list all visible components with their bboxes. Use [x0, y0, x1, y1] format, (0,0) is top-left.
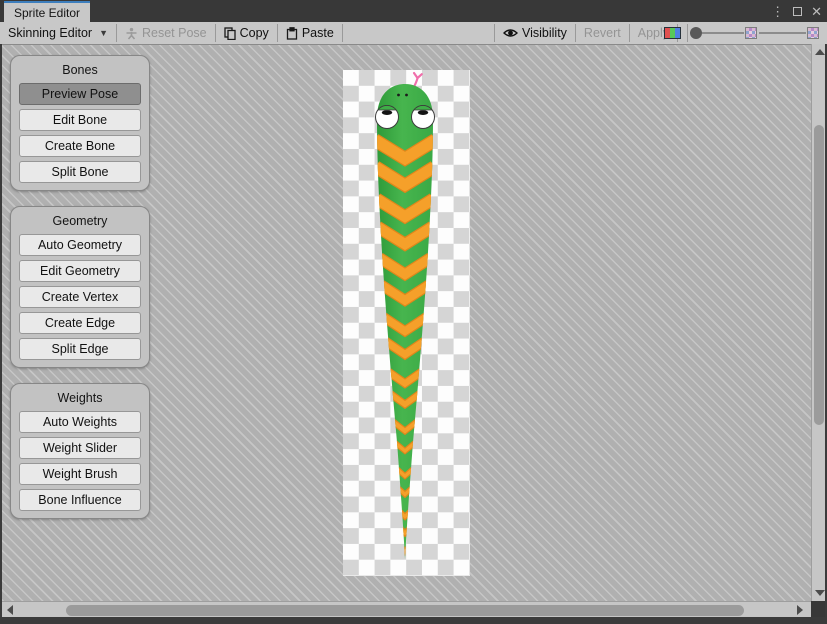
sprite-color-swatch-button[interactable]	[664, 27, 681, 39]
sprite-editor-window: Sprite Editor ⋮ ✕ Skinning Editor ▼ Rese…	[0, 0, 827, 624]
snake-sprite	[343, 70, 470, 576]
skinning-viewport[interactable]: BonesPreview Pose Edit Bone Create Bone Spl…	[2, 45, 811, 601]
button-edit-geometry[interactable]: Edit Geometry	[19, 260, 141, 282]
horizontal-scrollbar-thumb[interactable]	[66, 605, 744, 616]
vertical-scrollbar-thumb[interactable]	[814, 125, 824, 425]
snake-nostril-right	[405, 94, 408, 97]
button-split-edge[interactable]: Split Edge	[19, 338, 141, 360]
button-weight-slider[interactable]: Weight Slider	[19, 437, 141, 459]
snake-eye-left	[376, 106, 399, 129]
opacity-slider-knob[interactable]	[690, 27, 702, 39]
close-icon[interactable]: ✕	[811, 5, 822, 18]
mesh-opacity-texture-icon[interactable]	[807, 27, 819, 39]
swatch-blue-stripe	[675, 28, 680, 38]
window-left-border	[0, 44, 2, 624]
visibility-label: Visibility	[522, 26, 567, 40]
paste-label: Paste	[302, 26, 334, 40]
copy-label: Copy	[240, 26, 269, 40]
tool-panels: BonesPreview Pose Edit Bone Create Bone Spl…	[10, 55, 150, 534]
skinning-editor-dropdown[interactable]: Skinning Editor ▼	[0, 22, 116, 44]
scroll-right-arrow[interactable]	[797, 605, 803, 615]
panel-title-weights: Weights	[19, 387, 141, 411]
copy-button[interactable]: Copy	[216, 22, 277, 44]
button-edit-bone[interactable]: Edit Bone	[19, 109, 141, 131]
tab-title: Sprite Editor	[14, 6, 80, 20]
toolbar-separator	[687, 24, 688, 42]
scroll-left-arrow[interactable]	[7, 605, 13, 615]
sprite-canvas[interactable]	[343, 70, 470, 576]
sprite-opacity-texture-icon[interactable]	[745, 27, 757, 39]
snake-eye-right	[412, 106, 435, 129]
button-create-bone[interactable]: Create Bone	[19, 135, 141, 157]
vertical-scrollbar[interactable]	[811, 44, 826, 601]
kebab-menu-icon[interactable]: ⋮	[771, 5, 784, 18]
button-preview-pose[interactable]: Preview Pose	[19, 83, 141, 105]
panel-title-geometry: Geometry	[19, 210, 141, 234]
panel-bones: BonesPreview Pose Edit Bone Create Bone Spl…	[10, 55, 150, 191]
paste-icon	[286, 27, 298, 40]
window-bottom-border	[0, 617, 827, 624]
panel-weights: WeightsAuto Weights Weight Slider Weight B…	[10, 383, 150, 519]
toolbar: Skinning Editor ▼ Reset Pose Copy	[0, 22, 827, 45]
reset-pose-label: Reset Pose	[142, 26, 207, 40]
button-bone-influence[interactable]: Bone Influence	[19, 489, 141, 511]
reset-pose-icon	[125, 27, 138, 40]
button-weight-brush[interactable]: Weight Brush	[19, 463, 141, 485]
panel-title-bones: Bones	[19, 59, 141, 83]
mesh-opacity-slider-track[interactable]	[759, 32, 806, 34]
scroll-up-arrow[interactable]	[815, 49, 825, 55]
horizontal-scrollbar[interactable]	[2, 601, 811, 617]
scroll-down-arrow[interactable]	[815, 590, 825, 596]
toolbar-left-group: Skinning Editor ▼ Reset Pose Copy	[0, 22, 343, 44]
tab-sprite-editor[interactable]: Sprite Editor	[4, 1, 90, 22]
eye-icon	[503, 27, 518, 39]
button-create-edge[interactable]: Create Edge	[19, 312, 141, 334]
titlebar: Sprite Editor ⋮ ✕	[0, 0, 827, 22]
opacity-slider-track[interactable]	[702, 32, 744, 34]
button-auto-geometry[interactable]: Auto Geometry	[19, 234, 141, 256]
button-split-bone[interactable]: Split Bone	[19, 161, 141, 183]
revert-button[interactable]: Revert	[576, 22, 629, 44]
paste-button[interactable]: Paste	[278, 22, 342, 44]
maximize-icon[interactable]	[793, 7, 802, 16]
visibility-button[interactable]: Visibility	[495, 22, 575, 44]
toolbar-separator	[342, 24, 343, 42]
reset-pose-button[interactable]: Reset Pose	[117, 22, 215, 44]
panel-geometry: GeometryAuto Geometry Edit Geometry Create…	[10, 206, 150, 368]
button-create-vertex[interactable]: Create Vertex	[19, 286, 141, 308]
skinning-editor-label: Skinning Editor	[8, 26, 92, 40]
window-controls: ⋮ ✕	[771, 0, 822, 22]
chevron-down-icon: ▼	[99, 28, 108, 38]
revert-label: Revert	[584, 26, 621, 40]
snake-nostril-left	[397, 94, 400, 97]
button-auto-weights[interactable]: Auto Weights	[19, 411, 141, 433]
toolbar-right-group: Visibility Revert Apply	[494, 22, 678, 44]
copy-icon	[224, 27, 236, 40]
